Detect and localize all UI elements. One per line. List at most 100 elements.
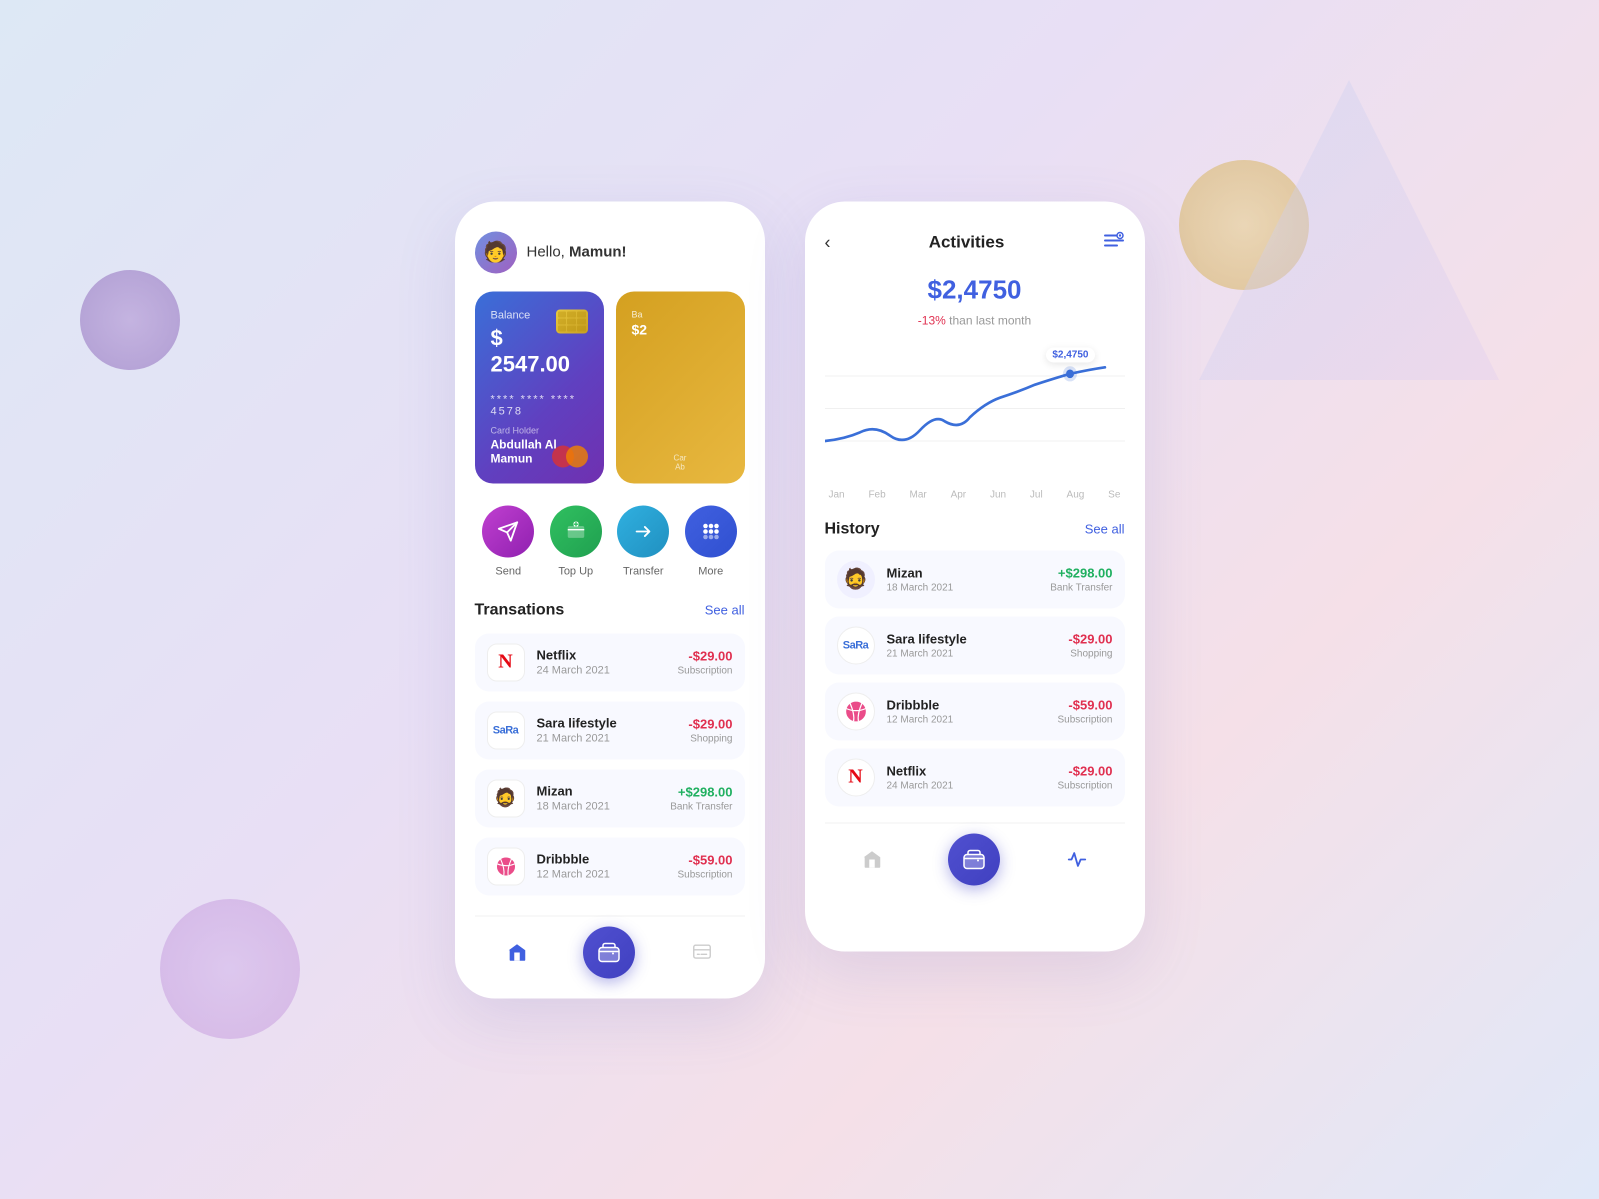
hi-netflix-name: Netflix [887,763,1058,778]
secondary-card[interactable]: Ba $2 CarAb [616,291,745,483]
hi-dribbble-date: 12 March 2021 [887,714,1058,725]
more-icon [685,505,737,557]
tx-sara-type: Shopping [688,733,732,744]
mizan-logo: 🧔 [487,779,525,817]
month-aug: Aug [1067,489,1085,500]
hi-sara-logo: SaRa [837,626,875,664]
secondary-card-label: Ba [632,309,729,319]
tx-netflix-amount: -$29.00 [677,648,732,663]
month-apr: Apr [951,489,967,500]
dribbble-logo [487,847,525,885]
history-title: History [825,520,880,538]
topup-icon [550,505,602,557]
month-sep: Se [1108,489,1120,500]
hi-mizan-date: 18 March 2021 [887,582,1051,593]
list-item[interactable]: 🧔 Mizan 18 March 2021 +$298.00 Bank Tran… [825,550,1125,608]
hi-sara-amount: -$29.00 [1068,631,1112,646]
right-nav-home-button[interactable] [854,841,890,877]
nav-profile-button[interactable] [684,934,720,970]
list-item[interactable]: N Netflix 24 March 2021 -$29.00 Subscrip… [825,748,1125,806]
nav-home-button[interactable] [499,934,535,970]
amount-display: $2,4750 [825,274,1125,305]
change-percent: -13% [918,313,946,327]
actions-row: Send Top Up [475,505,745,577]
phones-container: 🧑 Hello, Mamun! Balance $ 2547.00 **** *… [455,201,1145,998]
tx-mizan-amount: +$298.00 [670,784,732,799]
chart-area: $2,4750 [825,343,1125,473]
history-see-all[interactable]: See all [1085,522,1125,537]
hi-mizan-type: Bank Transfer [1050,582,1112,593]
tx-mizan-name: Mizan [537,784,671,799]
hi-mizan-name: Mizan [887,565,1051,580]
topup-button[interactable]: Top Up [550,505,602,577]
list-item[interactable]: Dribbble 12 March 2021 -$59.00 Subscript… [825,682,1125,740]
history-section: History See all 🧔 Mizan 18 March 2021 +$… [825,520,1125,806]
month-jan: Jan [829,489,845,500]
amount-change: -13% than last month [825,313,1125,327]
tx-netflix-name: Netflix [537,648,678,663]
sara-logo: SaRa [487,711,525,749]
tx-mizan-type: Bank Transfer [670,801,732,812]
hi-netflix-type: Subscription [1057,780,1112,791]
chart-svg [825,343,1125,473]
chart-label: $2,4750 [1046,347,1094,362]
table-row[interactable]: N Netflix 24 March 2021 -$29.00 Subscrip… [475,633,745,691]
tx-sara-date: 21 March 2021 [537,733,689,745]
hi-sara-name: Sara lifestyle [887,631,1069,646]
left-phone-header: 🧑 Hello, Mamun! [475,231,745,273]
back-button[interactable]: ‹ [825,232,831,253]
avatar: 🧑 [475,231,517,273]
more-button[interactable]: More [685,505,737,577]
hi-dribbble-name: Dribbble [887,697,1058,712]
main-card[interactable]: Balance $ 2547.00 **** **** **** 4578 Ca… [475,291,604,483]
hi-sara-type: Shopping [1068,648,1112,659]
transfer-icon [617,505,669,557]
hi-dribbble-logo [837,692,875,730]
tx-netflix-date: 24 March 2021 [537,665,678,677]
send-button[interactable]: Send [482,505,534,577]
month-jul: Jul [1030,489,1043,500]
card-holder-label: Card Holder [491,425,588,435]
right-nav-wallet-center-button[interactable] [948,833,1000,885]
tx-dribbble-date: 12 March 2021 [537,869,678,881]
tx-dribbble-name: Dribbble [537,852,678,867]
month-jun: Jun [990,489,1006,500]
list-item[interactable]: SaRa Sara lifestyle 21 March 2021 -$29.0… [825,616,1125,674]
tx-sara-amount: -$29.00 [688,716,732,731]
right-phone-nav [825,822,1125,885]
month-mar: Mar [910,489,927,500]
left-phone-nav [475,915,745,978]
send-label: Send [495,565,521,577]
transactions-see-all[interactable]: See all [705,603,745,618]
tx-mizan-date: 18 March 2021 [537,801,671,813]
hi-netflix-logo: N [837,758,875,796]
hi-netflix-amount: -$29.00 [1057,763,1112,778]
cards-area: Balance $ 2547.00 **** **** **** 4578 Ca… [475,291,745,483]
table-row[interactable]: SaRa Sara lifestyle 21 March 2021 -$29.0… [475,701,745,759]
left-phone: 🧑 Hello, Mamun! Balance $ 2547.00 **** *… [455,201,765,998]
greeting-text: Hello, Mamun! [527,244,627,261]
tx-sara-name: Sara lifestyle [537,716,689,731]
netflix-logo: N [487,643,525,681]
transfer-label: Transfer [623,565,664,577]
decorative-blob-left [80,270,180,370]
right-phone: ‹ Activities $2,4750 -13% than last mont… [805,201,1145,951]
secondary-card-amount: $2 [632,321,729,337]
transactions-header: Transations See all [475,601,745,619]
table-row[interactable]: Dribbble 12 March 2021 -$59.00 Subscript… [475,837,745,895]
hi-mizan-amount: +$298.00 [1050,565,1112,580]
nav-wallet-center-button[interactable] [583,926,635,978]
transfer-button[interactable]: Transfer [617,505,669,577]
more-label: More [698,565,723,577]
card-chip-icon [556,309,588,333]
right-nav-activity-button[interactable] [1059,841,1095,877]
hi-netflix-date: 24 March 2021 [887,780,1058,791]
hi-mizan-logo: 🧔 [837,560,875,598]
tx-dribbble-type: Subscription [677,869,732,880]
filter-icon[interactable] [1103,231,1125,254]
tx-netflix-type: Subscription [677,665,732,676]
page-title: Activities [929,233,1005,253]
hi-dribbble-amount: -$59.00 [1057,697,1112,712]
topup-label: Top Up [558,565,593,577]
table-row[interactable]: 🧔 Mizan 18 March 2021 +$298.00 Bank Tran… [475,769,745,827]
